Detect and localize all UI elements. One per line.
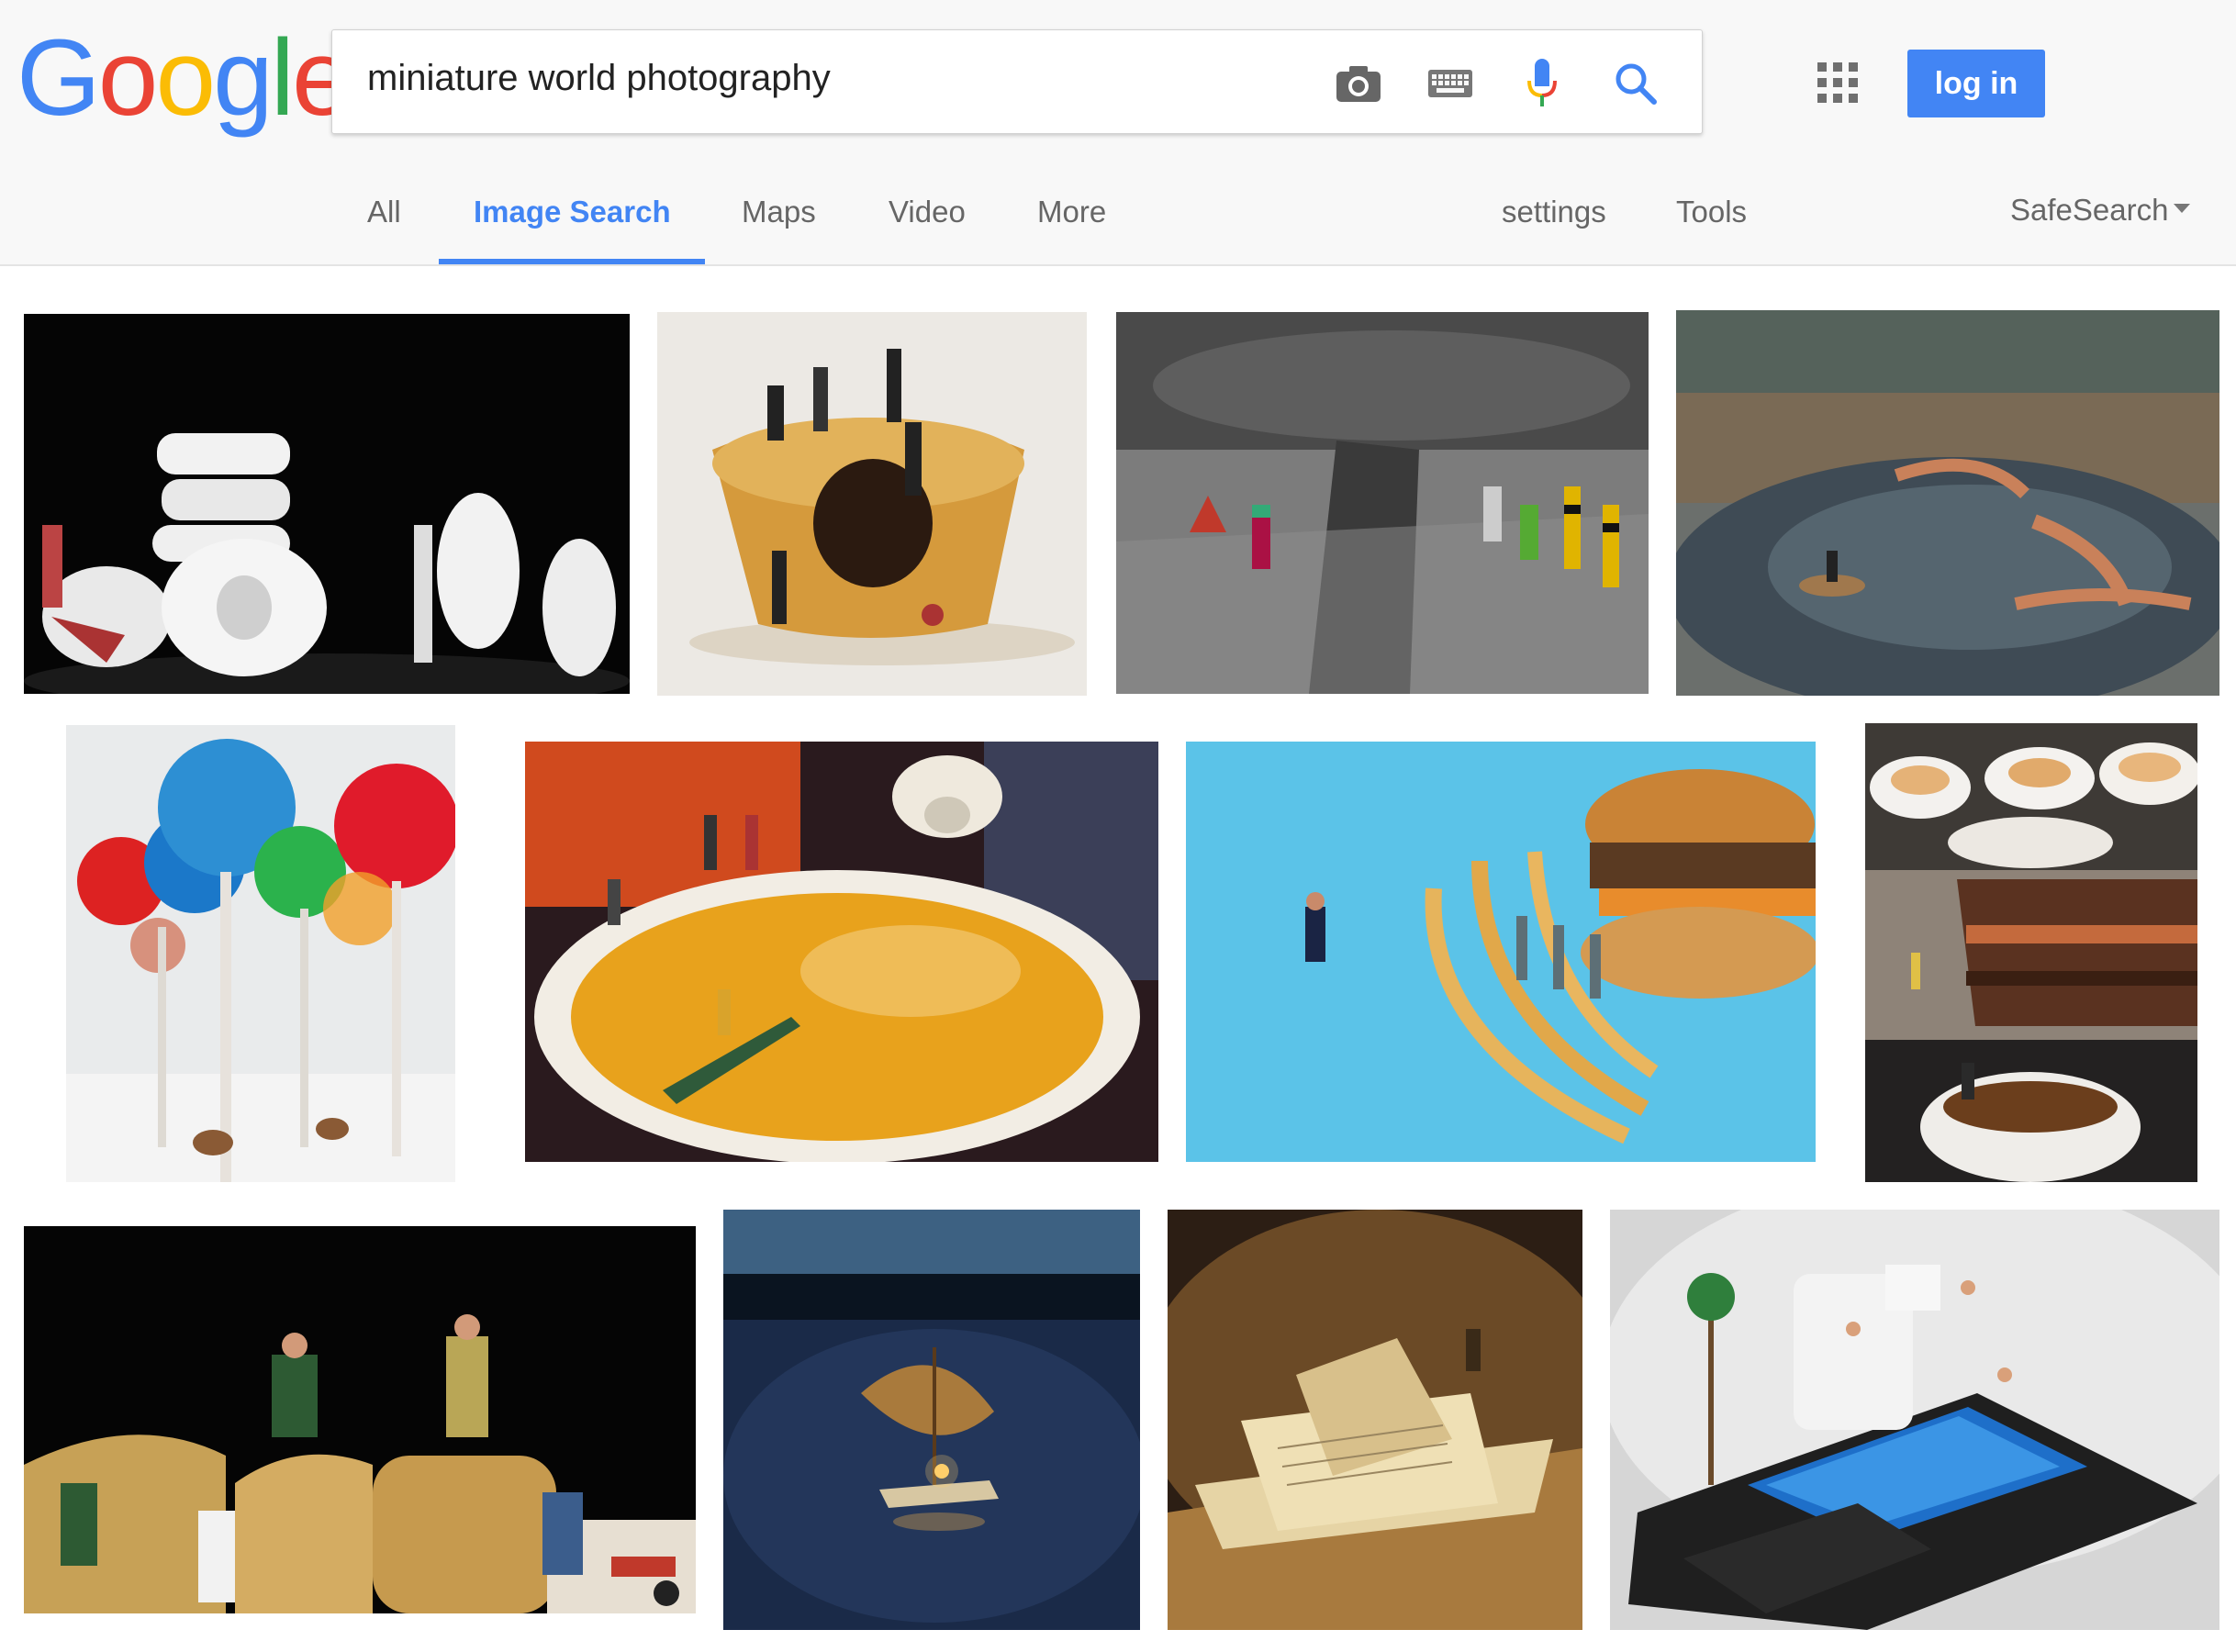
header-bar: Google miniature world photography log i… (0, 0, 2236, 266)
tools-link[interactable]: Tools (1676, 195, 1747, 229)
image-result[interactable] (24, 1226, 696, 1613)
safesearch-label: SafeSearch (2010, 193, 2169, 227)
result-thumbnail (1168, 1210, 1582, 1630)
image-result[interactable] (657, 312, 1087, 696)
active-tab-indicator (439, 259, 705, 264)
result-thumbnail (525, 742, 1158, 1162)
image-result[interactable] (1676, 310, 2219, 696)
result-thumbnail (1610, 1210, 2219, 1630)
result-thumbnail (723, 1210, 1140, 1630)
tab-video[interactable]: Video (889, 195, 966, 229)
logo-letter: G (17, 17, 101, 139)
result-thumbnail (657, 312, 1087, 696)
image-result[interactable] (1610, 1210, 2219, 1630)
image-result[interactable] (1865, 723, 2197, 1182)
image-result[interactable] (66, 725, 455, 1182)
result-thumbnail (1116, 312, 1649, 694)
result-thumbnail (24, 1226, 696, 1613)
logo-letter: o (155, 17, 216, 139)
image-result[interactable] (723, 1210, 1140, 1630)
dropdown-caret-icon (2174, 204, 2191, 214)
result-thumbnail (24, 314, 630, 694)
camera-icon[interactable] (1333, 58, 1384, 109)
keyboard-icon[interactable] (1425, 58, 1476, 109)
search-box[interactable]: miniature world photography (331, 29, 1703, 134)
result-thumbnail (1676, 310, 2219, 696)
microphone-icon[interactable] (1516, 58, 1568, 109)
search-input[interactable]: miniature world photography (367, 58, 831, 99)
result-thumbnail (1186, 742, 1816, 1162)
image-result[interactable] (24, 314, 630, 694)
tab-all[interactable]: All (367, 195, 401, 229)
apps-grid-icon[interactable] (1817, 62, 1858, 103)
tab-maps[interactable]: Maps (742, 195, 816, 229)
search-icon[interactable] (1610, 58, 1661, 109)
logo-letter: g (213, 17, 274, 139)
google-logo[interactable]: Google (17, 17, 352, 139)
tab-more[interactable]: More (1037, 195, 1106, 229)
safesearch-dropdown[interactable]: SafeSearch (2010, 193, 2191, 228)
result-thumbnail (1865, 723, 2197, 1182)
tab-image-search[interactable]: Image Search (474, 195, 671, 229)
logo-letter: l (270, 17, 295, 139)
login-button[interactable]: log in (1907, 50, 2045, 117)
result-thumbnail (66, 725, 455, 1182)
image-result[interactable] (1186, 742, 1816, 1162)
image-result[interactable] (525, 742, 1158, 1162)
settings-link[interactable]: settings (1502, 195, 1606, 229)
image-result[interactable] (1168, 1210, 1582, 1630)
image-result[interactable] (1116, 312, 1649, 694)
logo-letter: o (97, 17, 159, 139)
